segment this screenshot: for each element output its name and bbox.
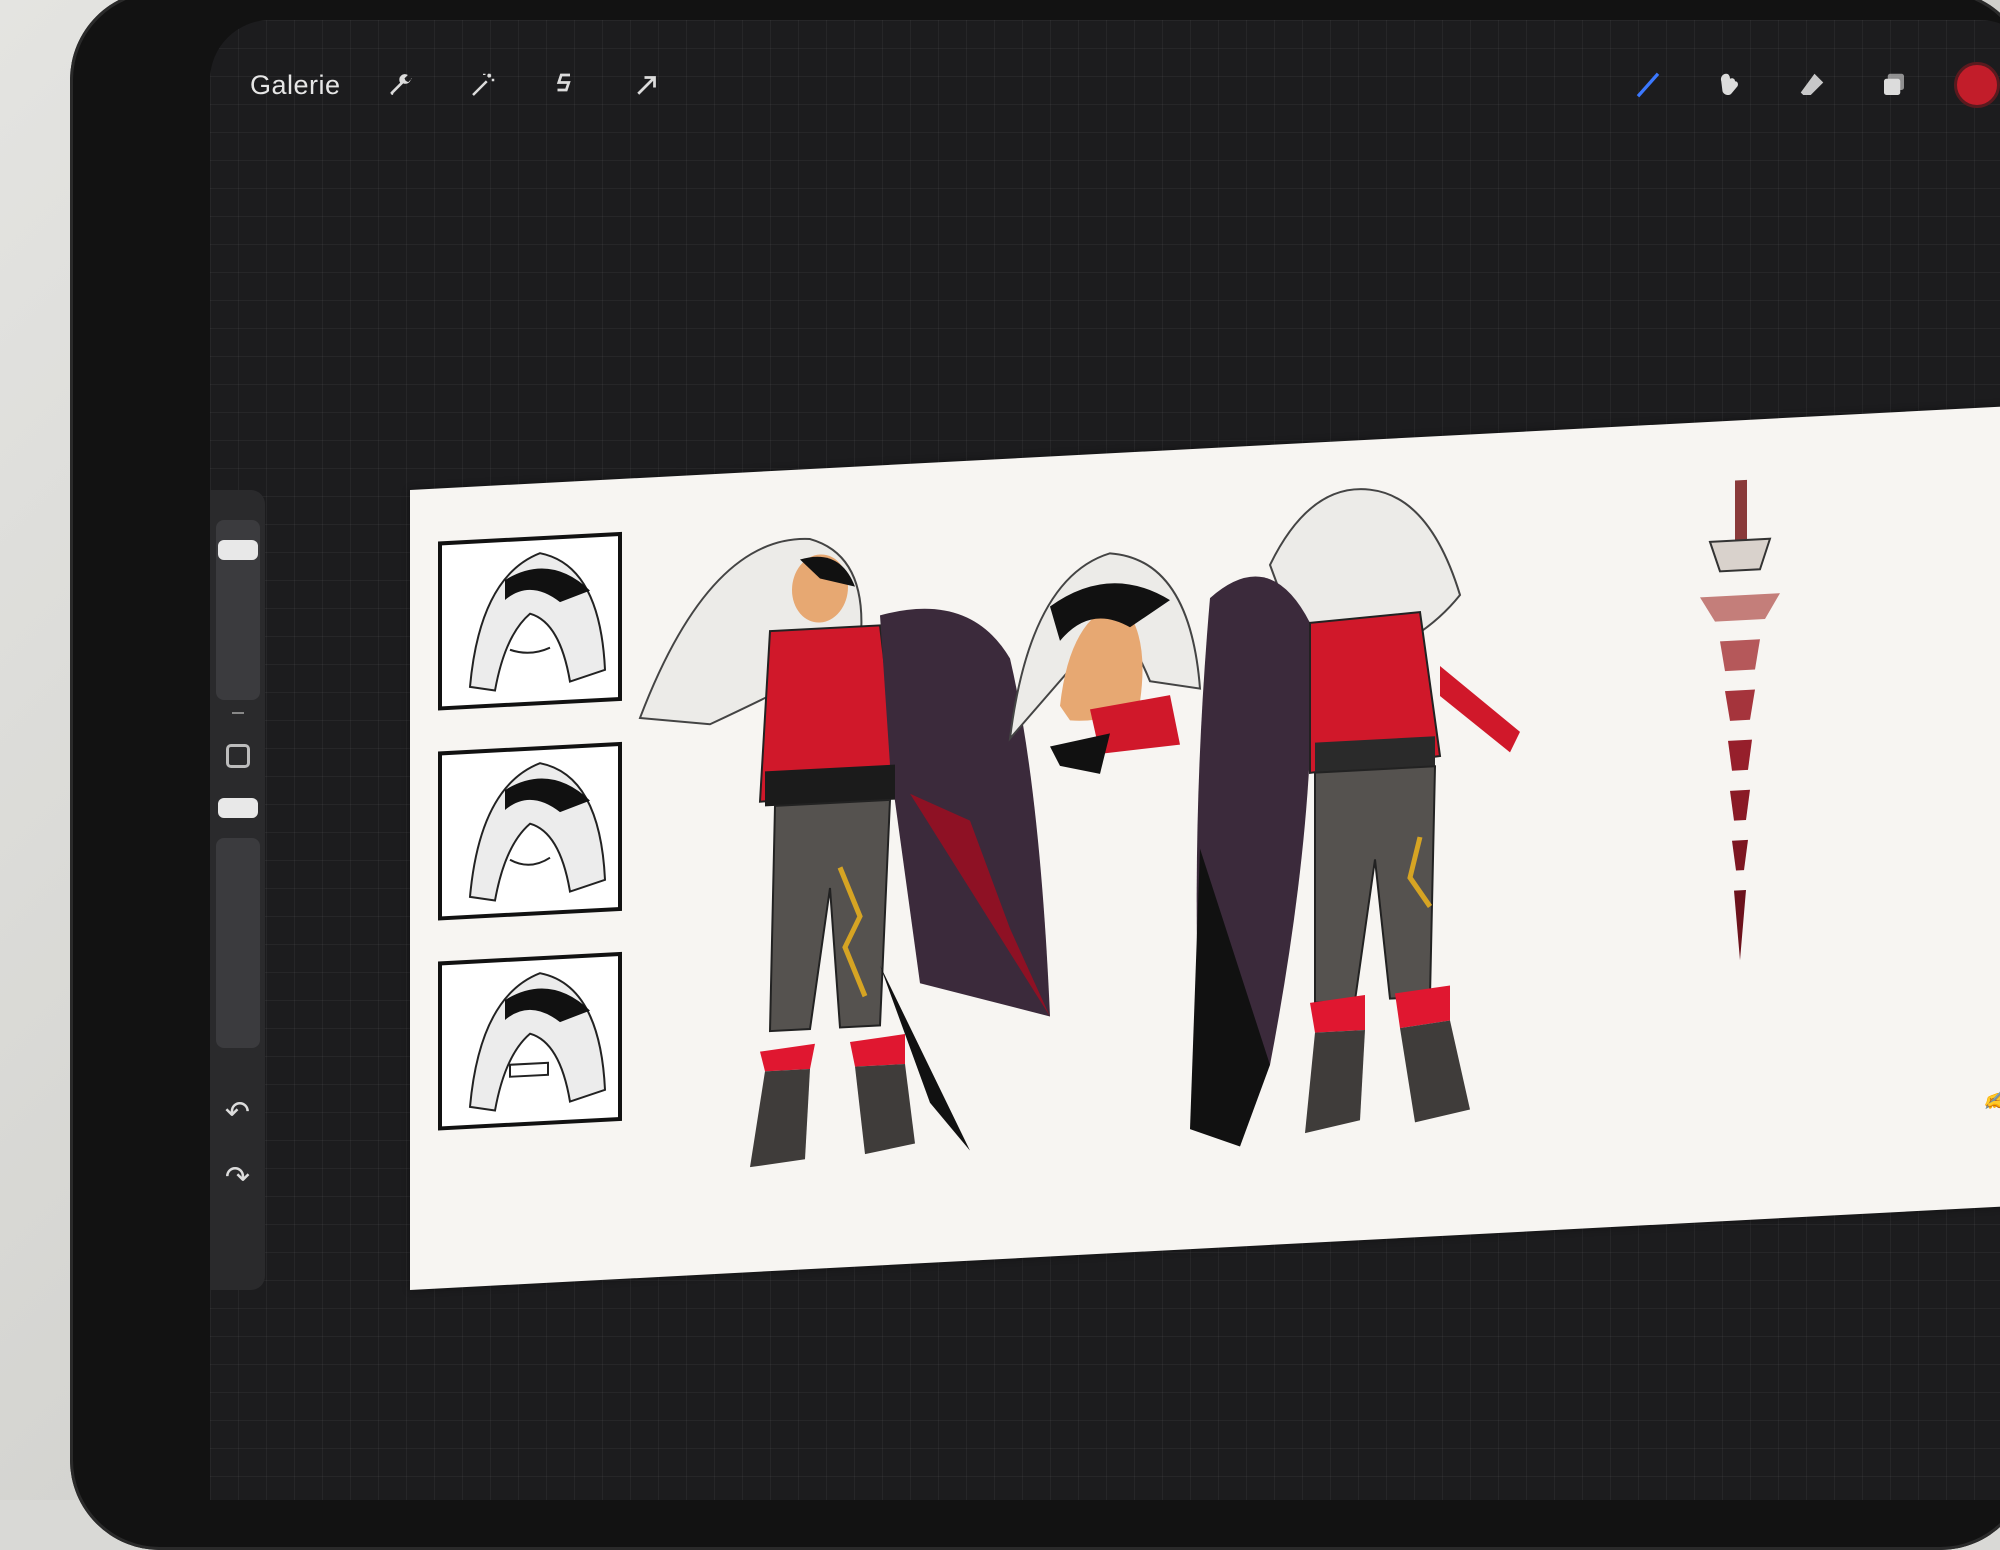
- ipad-frame: Galerie ↶ ↷ ✍: [70, 0, 2000, 1550]
- undo-icon[interactable]: ↶: [225, 1098, 250, 1128]
- expression-panel-3: [438, 951, 622, 1131]
- brush-size-thumb[interactable]: [217, 540, 258, 560]
- eraser-icon[interactable]: [1790, 63, 1834, 107]
- expression-panel-2: [438, 741, 622, 921]
- color-picker-button[interactable]: [1954, 62, 2000, 108]
- brush-icon[interactable]: [1626, 63, 1670, 107]
- artist-signature: ✍: [1982, 1086, 2000, 1113]
- character-back-view: [1190, 488, 1520, 1147]
- layers-icon[interactable]: [1872, 63, 1916, 107]
- selection-icon[interactable]: [543, 63, 587, 107]
- wrench-icon[interactable]: [379, 63, 423, 107]
- brush-size-slider[interactable]: [215, 520, 260, 700]
- procreate-screen: Galerie ↶ ↷ ✍: [210, 20, 2000, 1500]
- redo-icon[interactable]: ↷: [225, 1163, 250, 1193]
- opacity-slider[interactable]: [215, 798, 260, 1048]
- transform-arrow-icon[interactable]: [625, 63, 669, 107]
- expression-panel-1: [438, 531, 622, 711]
- opacity-thumb[interactable]: [217, 798, 258, 818]
- head-profile-view: [1008, 552, 1202, 774]
- modify-square-button[interactable]: [225, 744, 250, 768]
- toolbar-left: Galerie: [250, 63, 669, 107]
- toolbar-right: [1626, 62, 2000, 108]
- smudge-icon[interactable]: [1708, 63, 1752, 107]
- gallery-button[interactable]: Galerie: [250, 70, 341, 101]
- spine-sword-prop: [1700, 479, 1780, 961]
- top-toolbar: Galerie: [210, 20, 2000, 150]
- character-sheet-art: [438, 479, 1780, 1168]
- sidebar: ↶ ↷: [210, 490, 265, 1290]
- magic-wand-icon[interactable]: [461, 63, 505, 107]
- sidebar-divider: [231, 712, 244, 714]
- character-front-view: [638, 538, 1050, 1168]
- artwork-canvas[interactable]: ✍: [410, 404, 2000, 1290]
